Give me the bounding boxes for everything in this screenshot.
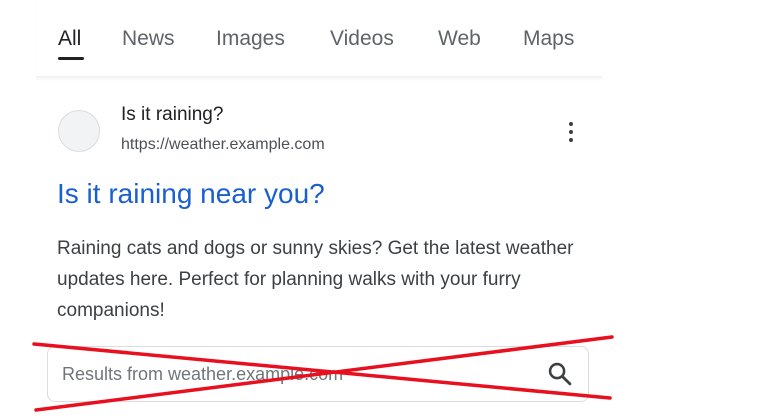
search-icon[interactable] <box>546 360 574 388</box>
tab-web[interactable]: Web <box>438 27 481 51</box>
more-vert-icon[interactable] <box>560 118 582 146</box>
search-results-page: All News Images Videos Web Maps Is it ra… <box>0 0 768 418</box>
result-url[interactable]: https://weather.example.com <box>121 136 325 154</box>
result-snippet: Raining cats and dogs or sunny skies? Ge… <box>57 238 574 321</box>
tab-all[interactable]: All <box>58 27 81 51</box>
tab-videos[interactable]: Videos <box>330 27 394 51</box>
tab-news[interactable]: News <box>122 27 175 51</box>
site-search-input[interactable] <box>62 347 522 401</box>
active-tab-indicator <box>58 57 84 60</box>
more-dot <box>569 130 573 134</box>
more-dot <box>569 138 573 142</box>
site-favicon-icon[interactable] <box>58 110 100 152</box>
result-title-link[interactable]: Is it raining near you? <box>57 178 325 210</box>
tab-images[interactable]: Images <box>216 27 285 51</box>
result-site-name[interactable]: Is it raining? <box>121 104 223 126</box>
tab-maps[interactable]: Maps <box>523 27 574 51</box>
more-dot <box>569 122 573 126</box>
search-tabs-bar: All News Images Videos Web Maps <box>36 0 602 78</box>
site-search-box[interactable] <box>47 346 589 402</box>
